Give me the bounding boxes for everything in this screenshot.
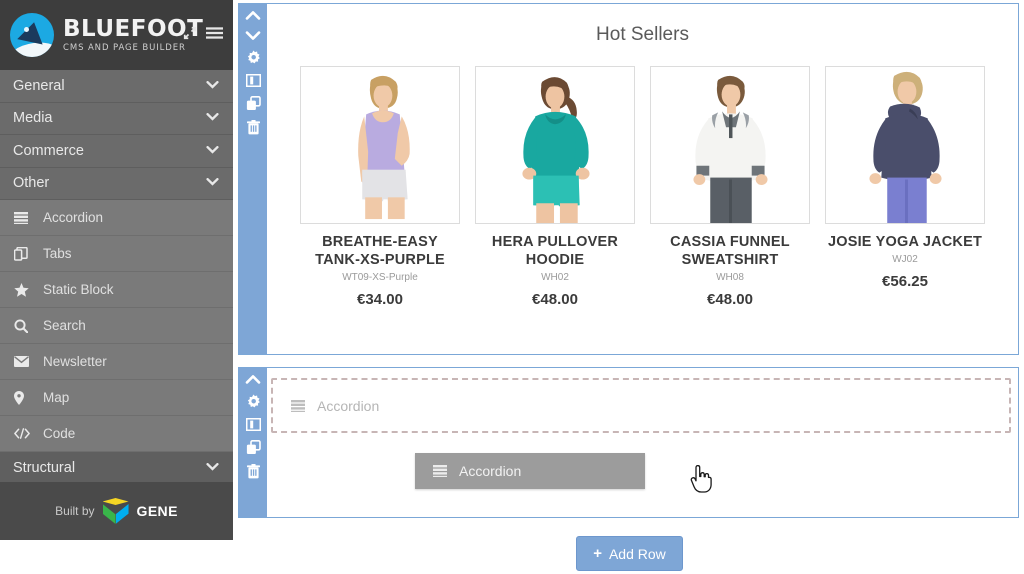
code-brackets-icon [14,428,36,439]
builder-row-2: Accordion Accordion [238,367,1019,518]
sidebar-item-tabs[interactable]: Tabs [0,236,233,272]
sidebar-group-structural[interactable]: Structural [0,452,233,485]
sidebar-item-label: Code [43,426,76,441]
sidebar-item-label: Search [43,318,86,333]
chevron-up-icon[interactable] [245,10,261,21]
sidebar-item-label: Tabs [43,246,72,261]
dropzone-label: Accordion [317,397,380,414]
chevron-up-icon[interactable] [245,374,261,385]
product-price: €48.00 [707,291,753,309]
product-card[interactable]: JOSIE YOGA JACKET WJ02 €56.25 [825,66,985,308]
duplicate-icon[interactable] [246,440,261,455]
hot-sellers-title: Hot Sellers [596,24,689,45]
columns-icon[interactable] [245,418,261,431]
duplicate-icon[interactable] [246,96,261,111]
sidebar-item-static-block[interactable]: Static Block [0,272,233,308]
gene-cube-icon [102,498,129,524]
map-pin-icon [14,390,36,405]
product-name: CASSIA FUNNEL SWEATSHIRT [670,234,790,269]
search-icon [14,318,36,333]
chevron-down-icon [206,110,219,126]
sidebar-group-other[interactable]: Other [0,167,233,200]
row-1-box: Hot Sellers BREATHE-EASY TANK-XS-PURPLE … [238,3,1019,355]
plus-icon: + [593,545,602,562]
sidebar-group-label: Other [13,175,50,192]
row-2-toolbar [239,368,267,517]
sidebar-group-label: Commerce [13,142,84,159]
builder-row-1: Hot Sellers BREATHE-EASY TANK-XS-PURPLE … [238,3,1019,355]
product-price: €56.25 [882,273,928,291]
product-sku: WH08 [716,272,744,284]
product-image-cassia-funnel-sweatshirt [650,66,810,224]
product-grid: BREATHE-EASY TANK-XS-PURPLE WT09-XS-Purp… [267,66,1018,308]
product-sku: WT09-XS-Purple [342,272,418,284]
sidebar-item-newsletter[interactable]: Newsletter [0,344,233,380]
product-image-josie-yoga-jacket [825,66,985,224]
dragged-accordion-block[interactable]: Accordion [415,453,712,493]
add-row-button[interactable]: + Add Row [576,536,683,571]
sidebar-group-label: General [13,77,65,94]
product-price: €34.00 [357,291,403,309]
sidebar-item-label: Map [43,390,70,405]
gear-icon[interactable] [246,394,261,409]
product-name: HERA PULLOVER HOODIE [491,234,619,269]
pointer-hand-cursor [690,464,712,498]
product-price: €48.00 [532,291,578,309]
copy-tabs-icon [14,246,36,261]
sidebar-item-label: Accordion [43,210,104,225]
product-sku: WJ02 [892,254,918,266]
row-1-body: Hot Sellers BREATHE-EASY TANK-XS-PURPLE … [267,4,1018,354]
hamburger-menu-icon[interactable] [206,26,223,40]
sidebar-item-label: Newsletter [43,354,107,369]
columns-icon[interactable] [245,74,261,87]
list-rows-icon [291,399,305,412]
envelope-icon [14,356,36,367]
gene-company-label: GENE [136,503,178,519]
sidebar-item-label: Static Block [43,282,114,297]
sidebar-item-search[interactable]: Search [0,308,233,344]
product-card[interactable]: HERA PULLOVER HOODIE WH02 €48.00 [475,66,635,308]
sidebar-group-media[interactable]: Media [0,102,233,135]
add-row-label: Add Row [608,545,666,562]
product-card[interactable]: CASSIA FUNNEL SWEATSHIRT WH08 €48.00 [650,66,810,308]
built-by-label: Built by [55,504,95,518]
chevron-down-icon [206,78,219,94]
sidebar-footer: Built by GENE [0,482,233,540]
row-2-box: Accordion Accordion [238,367,1019,518]
list-rows-icon [14,211,36,224]
sidebar-group-label: Media [13,110,53,127]
product-image-hera-pullover-hoodie [475,66,635,224]
trash-icon[interactable] [246,464,260,479]
trash-icon[interactable] [246,120,260,135]
sidebar-item-accordion[interactable]: Accordion [0,200,233,236]
brand-subtitle: CMS AND PAGE BUILDER [63,42,186,53]
builder-canvas: Hot Sellers BREATHE-EASY TANK-XS-PURPLE … [233,0,1024,574]
sidebar: BLUEFOOT CMS AND PAGE BUILDER General Me… [0,0,233,540]
accordion-dropzone[interactable]: Accordion [271,378,1011,433]
star-icon [14,282,36,297]
product-card[interactable]: BREATHE-EASY TANK-XS-PURPLE WT09-XS-Purp… [300,66,460,308]
product-name: BREATHE-EASY TANK-XS-PURPLE [315,234,445,269]
sidebar-header: BLUEFOOT CMS AND PAGE BUILDER [0,0,233,70]
sidebar-item-code[interactable]: Code [0,416,233,452]
list-rows-icon [433,465,447,477]
sidebar-group-label: Structural [13,459,76,476]
row-1-toolbar [239,4,267,354]
sidebar-item-map[interactable]: Map [0,380,233,416]
bluefoot-logo-icon [10,13,54,57]
chevron-down-icon [206,143,219,159]
chevron-down-icon [206,460,219,476]
product-sku: WH02 [541,272,569,284]
gear-icon[interactable] [246,50,261,65]
sidebar-group-commerce[interactable]: Commerce [0,135,233,168]
expand-arrows-icon[interactable] [183,26,197,40]
dragged-block-label: Accordion [459,463,522,479]
product-image-breathe-easy-tank [300,66,460,224]
chevron-down-icon[interactable] [245,30,261,41]
product-name: JOSIE YOGA JACKET [827,234,983,250]
sidebar-header-controls [183,26,223,40]
bluefoot-page-builder: BLUEFOOT CMS AND PAGE BUILDER General Me… [0,0,1024,574]
chevron-down-icon [206,175,219,191]
sidebar-group-general[interactable]: General [0,70,233,103]
